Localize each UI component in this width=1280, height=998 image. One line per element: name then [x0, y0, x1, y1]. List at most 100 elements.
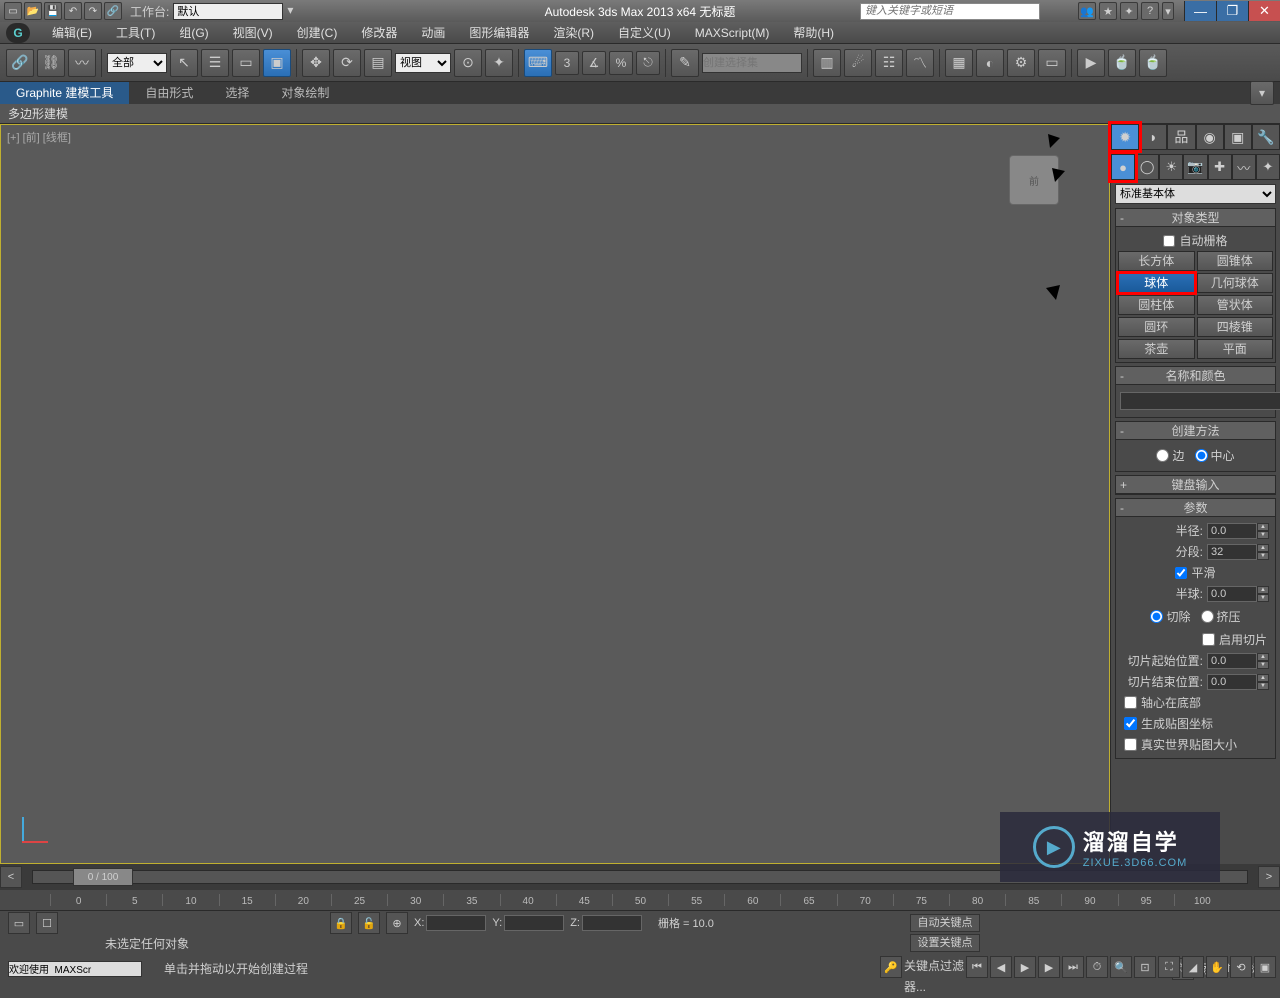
teapot-button[interactable]: 茶壶	[1118, 339, 1195, 359]
abs-transform-icon[interactable]: ⊕	[386, 912, 408, 934]
helpers-cat-icon[interactable]: ✚	[1208, 154, 1232, 180]
ribbon-expand-icon[interactable]: ▾	[1250, 81, 1274, 105]
goto-end-icon[interactable]: ⏭	[1062, 956, 1084, 978]
plane-button[interactable]: 平面	[1197, 339, 1274, 359]
object-type-header[interactable]: 对象类型	[1171, 211, 1219, 225]
hemisphere-input[interactable]	[1207, 586, 1257, 602]
ribbon-tab-paint[interactable]: 对象绘制	[265, 82, 345, 104]
spin-down-icon[interactable]: ▼	[1257, 531, 1269, 539]
key-mode-icon[interactable]: 🔑	[880, 956, 902, 978]
menu-help[interactable]: 帮助(H)	[781, 22, 846, 44]
squash-radio[interactable]	[1201, 610, 1214, 623]
geometry-type-dropdown[interactable]: 标准基本体	[1115, 184, 1276, 204]
zoom-ext-icon[interactable]: ⛶	[1158, 956, 1180, 978]
menu-group[interactable]: 组(G)	[167, 22, 220, 44]
auto-grid-checkbox[interactable]	[1163, 235, 1175, 247]
link-icon[interactable]: 🔗	[104, 2, 122, 20]
comm-icon[interactable]: 👥	[1078, 2, 1096, 20]
object-name-input[interactable]	[1120, 392, 1280, 410]
whatsnew-icon[interactable]: ✦	[1120, 2, 1138, 20]
cone-button[interactable]: 圆锥体	[1197, 251, 1274, 271]
menu-rendering[interactable]: 渲染(R)	[541, 22, 606, 44]
selection-filter[interactable]: 全部	[107, 53, 167, 73]
maximize-button[interactable]: ❐	[1216, 1, 1248, 21]
edge-radio[interactable]	[1156, 449, 1169, 462]
angle-snap-icon[interactable]: ∡	[582, 51, 606, 75]
base-pivot-checkbox[interactable]	[1124, 696, 1137, 709]
named-selection-input[interactable]	[702, 53, 802, 73]
params-header[interactable]: 参数	[1183, 501, 1207, 515]
iso-icon[interactable]: 🔒	[330, 912, 352, 934]
kb-input-header[interactable]: 键盘输入	[1171, 478, 1219, 492]
render-prod-icon[interactable]: ▶	[1077, 49, 1105, 77]
hierarchy-tab-icon[interactable]: 品	[1167, 124, 1195, 150]
lights-cat-icon[interactable]: ☀	[1159, 154, 1183, 180]
slider-thumb[interactable]: 0 / 100	[73, 868, 133, 886]
prev-frame-icon[interactable]: ◀	[990, 956, 1012, 978]
segments-input[interactable]	[1207, 544, 1257, 560]
align-icon[interactable]: ☄	[844, 49, 872, 77]
spinner-snap-icon[interactable]: ⎋	[636, 51, 660, 75]
slice-on-checkbox[interactable]	[1202, 633, 1215, 646]
name-color-header[interactable]: 名称和颜色	[1165, 369, 1225, 383]
ribbon-tab-freeform[interactable]: 自由形式	[129, 82, 209, 104]
help-icon[interactable]: ?	[1141, 2, 1159, 20]
new-icon[interactable]: ▭	[4, 2, 22, 20]
viewport-label[interactable]: [+] [前] [线框]	[7, 129, 71, 145]
minimize-button[interactable]: —	[1184, 1, 1216, 21]
fov-icon[interactable]: ◢	[1182, 956, 1204, 978]
pyramid-button[interactable]: 四棱锥	[1197, 317, 1274, 337]
tube-button[interactable]: 管状体	[1197, 295, 1274, 315]
chop-radio[interactable]	[1150, 610, 1163, 623]
timeline-right-icon[interactable]: >	[1258, 866, 1280, 888]
track-bar[interactable]: 0510152025303540455055606570758085909510…	[0, 890, 1280, 910]
scale-icon[interactable]: ▤	[364, 49, 392, 77]
ribbon-tab-selection[interactable]: 选择	[209, 82, 265, 104]
material-editor-icon[interactable]: ◐	[976, 49, 1004, 77]
pivot-center-icon[interactable]: ⊙	[454, 49, 482, 77]
teapot-icon[interactable]: 🍵	[1108, 49, 1136, 77]
menu-views[interactable]: 视图(V)	[221, 22, 285, 44]
viewport[interactable]: [+] [前] [线框] 前	[0, 124, 1110, 864]
menu-modifiers[interactable]: 修改器	[349, 22, 409, 44]
key-filters-button[interactable]: 关键点过滤器...	[904, 956, 964, 978]
orbit-icon[interactable]: ⟲	[1230, 956, 1252, 978]
unlink-icon[interactable]: ⛓	[37, 49, 65, 77]
manipulate-icon[interactable]: ✦	[485, 49, 513, 77]
workspace-input[interactable]	[173, 3, 283, 20]
mirror-icon[interactable]: ▥	[813, 49, 841, 77]
goto-start-icon[interactable]: ⏮	[966, 956, 988, 978]
z-coord-input[interactable]	[582, 915, 642, 931]
window-crossing-icon[interactable]: ▣	[263, 49, 291, 77]
render-setup-icon[interactable]: ⚙	[1007, 49, 1035, 77]
geometry-cat-icon[interactable]: ●	[1111, 154, 1135, 180]
menu-maxscript[interactable]: MAXScript(M)	[683, 22, 782, 44]
save-icon[interactable]: 💾	[44, 2, 62, 20]
menu-edit[interactable]: 编辑(E)	[40, 22, 104, 44]
autokey-button[interactable]: 自动关键点	[910, 914, 980, 932]
lock-selection-icon[interactable]: 🔓	[358, 912, 380, 934]
smooth-checkbox[interactable]	[1175, 567, 1187, 579]
help-search-input[interactable]	[860, 3, 1040, 20]
zoom-all-icon[interactable]: ⊡	[1134, 956, 1156, 978]
max-viewport-icon[interactable]: ▣	[1254, 956, 1276, 978]
gen-map-checkbox[interactable]	[1124, 717, 1137, 730]
close-button[interactable]: ✕	[1248, 1, 1280, 21]
ribbon-tab-graphite[interactable]: Graphite 建模工具	[0, 82, 129, 104]
fav-icon[interactable]: ★	[1099, 2, 1117, 20]
shapes-cat-icon[interactable]: ◯	[1135, 154, 1159, 180]
viewcube[interactable]: 前	[1009, 155, 1059, 205]
ref-coord-system[interactable]: 视图	[395, 53, 451, 73]
y-coord-input[interactable]	[504, 915, 564, 931]
spin-up-icon[interactable]: ▲	[1257, 523, 1269, 531]
utilities-tab-icon[interactable]: 🔧	[1252, 124, 1280, 150]
x-coord-input[interactable]	[426, 915, 486, 931]
real-world-checkbox[interactable]	[1124, 738, 1137, 751]
modify-tab-icon[interactable]: ◗	[1139, 124, 1167, 150]
move-icon[interactable]: ✥	[302, 49, 330, 77]
select-object-icon[interactable]: ↖	[170, 49, 198, 77]
bind-space-icon[interactable]: 〰	[68, 49, 96, 77]
render-frame-icon[interactable]: ▭	[1038, 49, 1066, 77]
spacewarps-cat-icon[interactable]: 〰	[1232, 154, 1256, 180]
torus-button[interactable]: 圆环	[1118, 317, 1195, 337]
